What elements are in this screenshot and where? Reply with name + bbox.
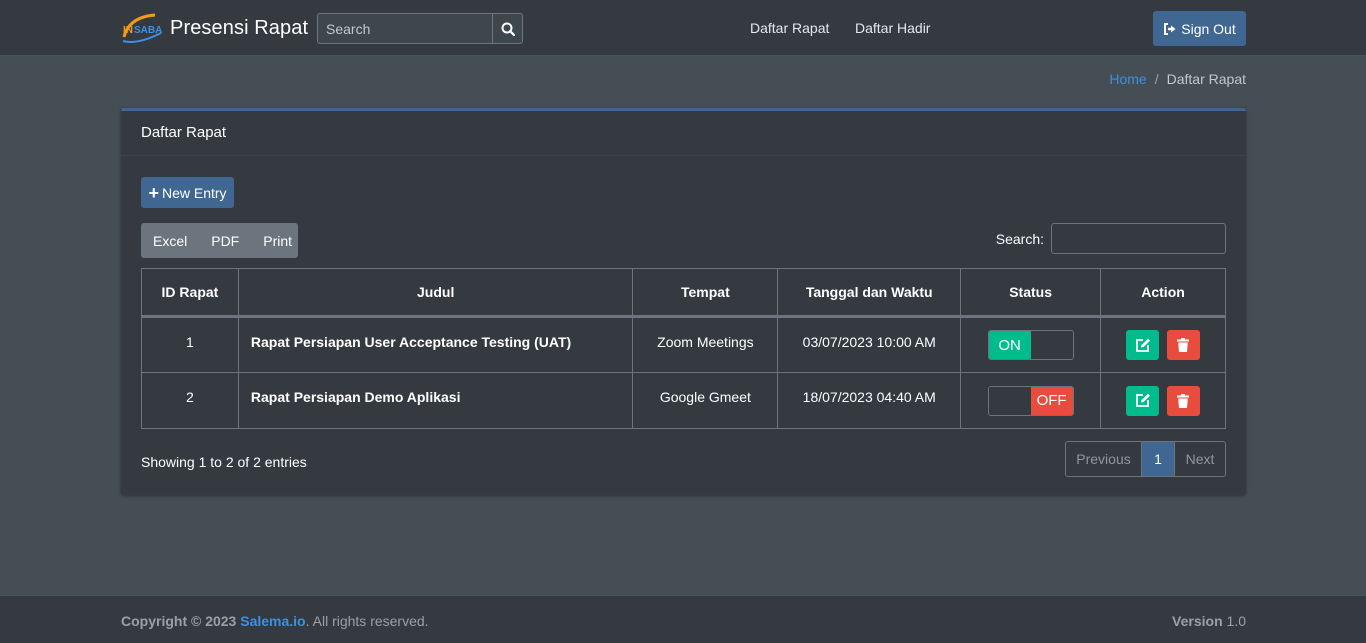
edit-button[interactable]: [1126, 330, 1160, 360]
cell-tempat: Google Gmeet: [632, 372, 779, 429]
navbar-search: [317, 13, 523, 44]
breadcrumb: Home / Daftar Rapat: [1109, 71, 1246, 87]
cell-tanggal: 18/07/2023 04:40 AM: [777, 372, 962, 429]
footer-link[interactable]: Salema.io: [240, 613, 305, 629]
cell-status: OFF: [960, 372, 1102, 429]
footer-version: Version 1.0: [1172, 613, 1246, 629]
cell-action: [1100, 372, 1226, 429]
delete-button[interactable]: [1166, 385, 1200, 416]
sign-out-button[interactable]: Sign Out: [1153, 11, 1246, 46]
cell-action: [1100, 316, 1226, 373]
cell-tanggal: 03/07/2023 10:00 AM: [777, 316, 962, 373]
table-search: Search:: [996, 223, 1226, 254]
daftar-rapat-card: Daftar Rapat + New Entry Excel PDF Print…: [121, 108, 1246, 495]
cell-tempat: Zoom Meetings: [632, 316, 779, 373]
pagination: Previous 1 Next: [1065, 441, 1226, 477]
header-id-rapat[interactable]: ID Rapat: [141, 268, 239, 318]
status-toggle[interactable]: OFF: [987, 385, 1074, 416]
footer: Copyright © 2023 Salema.io. All rights r…: [0, 595, 1366, 643]
plus-icon: +: [148, 182, 159, 203]
excel-button[interactable]: Excel: [141, 223, 199, 258]
table-row: 2 Rapat Persiapan Demo Aplikasi Google G…: [141, 372, 1226, 429]
version-value: 1.0: [1226, 613, 1246, 629]
edit-icon: [1135, 338, 1150, 352]
pagination-next[interactable]: Next: [1174, 442, 1225, 476]
top-navbar: IN SABA Presensi Rapat Daftar Rapat Daft…: [0, 0, 1366, 56]
cell-id: 2: [141, 372, 239, 429]
table-header-row: ID Rapat Judul Tempat Tanggal dan Waktu …: [141, 268, 1226, 318]
pdf-button[interactable]: PDF: [199, 223, 251, 258]
search-icon: [501, 22, 515, 36]
table-search-input[interactable]: [1051, 223, 1226, 254]
cell-status: ON: [960, 316, 1102, 373]
header-tanggal[interactable]: Tanggal dan Waktu: [777, 268, 962, 318]
new-entry-button[interactable]: + New Entry: [141, 177, 234, 208]
cell-judul: Rapat Persiapan User Acceptance Testing …: [237, 316, 634, 373]
table-search-label: Search:: [995, 230, 1044, 247]
header-action[interactable]: Action: [1100, 268, 1226, 318]
cell-judul: Rapat Persiapan Demo Aplikasi: [237, 372, 634, 429]
new-entry-label: New Entry: [161, 184, 227, 201]
header-status[interactable]: Status: [960, 268, 1102, 318]
export-button-group: Excel PDF Print: [141, 223, 298, 258]
status-toggle[interactable]: ON: [987, 330, 1074, 360]
navbar-search-input[interactable]: [317, 13, 492, 44]
edit-button[interactable]: [1126, 385, 1160, 416]
status-off-label: OFF: [1030, 386, 1073, 415]
header-judul[interactable]: Judul: [237, 268, 634, 318]
copyright-prefix: Copyright © 2023: [121, 613, 237, 629]
brand[interactable]: IN SABA Presensi Rapat: [121, 10, 308, 46]
cell-id: 1: [141, 316, 239, 373]
table-row: 1 Rapat Persiapan User Acceptance Testin…: [141, 316, 1226, 373]
breadcrumb-separator: /: [1154, 71, 1159, 87]
svg-text:SABA: SABA: [134, 25, 162, 36]
status-on-label: ON: [988, 331, 1031, 359]
pagination-page-1[interactable]: 1: [1142, 442, 1174, 476]
table-info: Showing 1 to 2 of 2 entries: [141, 454, 307, 470]
edit-icon: [1135, 393, 1150, 407]
sign-out-label: Sign Out: [1181, 20, 1236, 37]
rapat-table: ID Rapat Judul Tempat Tanggal dan Waktu …: [141, 268, 1226, 429]
footer-copyright: Copyright © 2023 Salema.io. All rights r…: [121, 613, 429, 629]
print-button[interactable]: Print: [251, 223, 304, 258]
header-tempat[interactable]: Tempat: [632, 268, 779, 318]
nav-link-daftar-hadir[interactable]: Daftar Hadir: [855, 20, 930, 36]
card-title: Daftar Rapat: [121, 111, 1246, 156]
trash-icon: [1177, 338, 1190, 352]
copyright-suffix: . All rights reserved.: [305, 613, 429, 629]
delete-button[interactable]: [1166, 330, 1200, 360]
breadcrumb-current: Daftar Rapat: [1166, 71, 1246, 87]
trash-icon: [1177, 393, 1190, 408]
brand-title: Presensi Rapat: [170, 16, 309, 39]
svg-text:IN: IN: [123, 25, 133, 36]
version-label: Version: [1172, 613, 1223, 629]
brand-logo: IN SABA: [121, 11, 163, 45]
nav-link-daftar-rapat[interactable]: Daftar Rapat: [750, 20, 829, 36]
navbar-search-button[interactable]: [492, 13, 523, 44]
pagination-previous[interactable]: Previous: [1066, 442, 1142, 476]
sign-out-icon: [1164, 22, 1176, 35]
breadcrumb-home[interactable]: Home: [1109, 71, 1146, 87]
